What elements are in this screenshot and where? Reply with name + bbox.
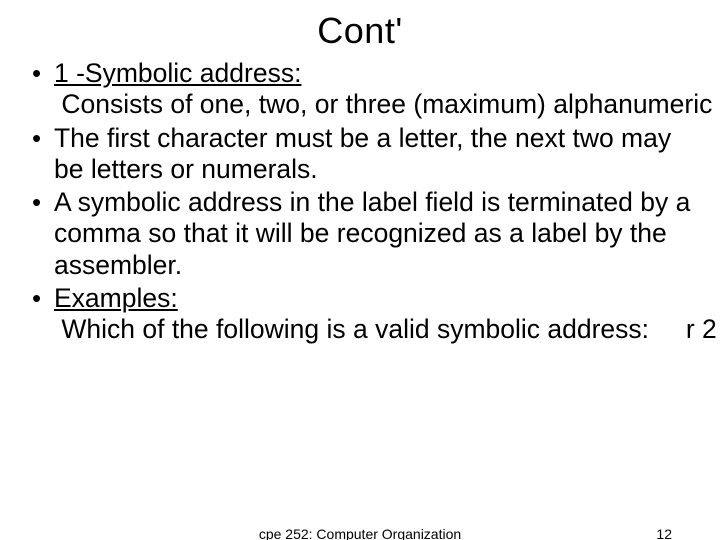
bullet-3: A symbolic address in the label field is… <box>28 187 692 281</box>
bullet-1-rest: Consists of one, two, or three (maximum)… <box>54 89 720 119</box>
bullet-4-rest: Which of the following is a valid symbol… <box>54 314 720 344</box>
slide-body: 1 -Symbolic address: Consists of one, tw… <box>0 58 720 345</box>
bullet-2: The first character must be a letter, th… <box>28 123 692 186</box>
bullet-1-lead: 1 -Symbolic address: <box>54 58 301 88</box>
slide: Cont' 1 -Symbolic address: Consists of o… <box>0 0 720 540</box>
footer-center-text: cpe 252: Computer Organization <box>0 526 720 540</box>
slide-title: Cont' <box>0 0 720 58</box>
bullet-4: Examples: Which of the following is a va… <box>28 283 692 346</box>
page-number: 12 <box>656 526 672 540</box>
bullet-1: 1 -Symbolic address: Consists of one, tw… <box>28 58 692 121</box>
bullet-list: 1 -Symbolic address: Consists of one, tw… <box>28 58 692 345</box>
bullet-4-lead: Examples: <box>54 283 178 313</box>
